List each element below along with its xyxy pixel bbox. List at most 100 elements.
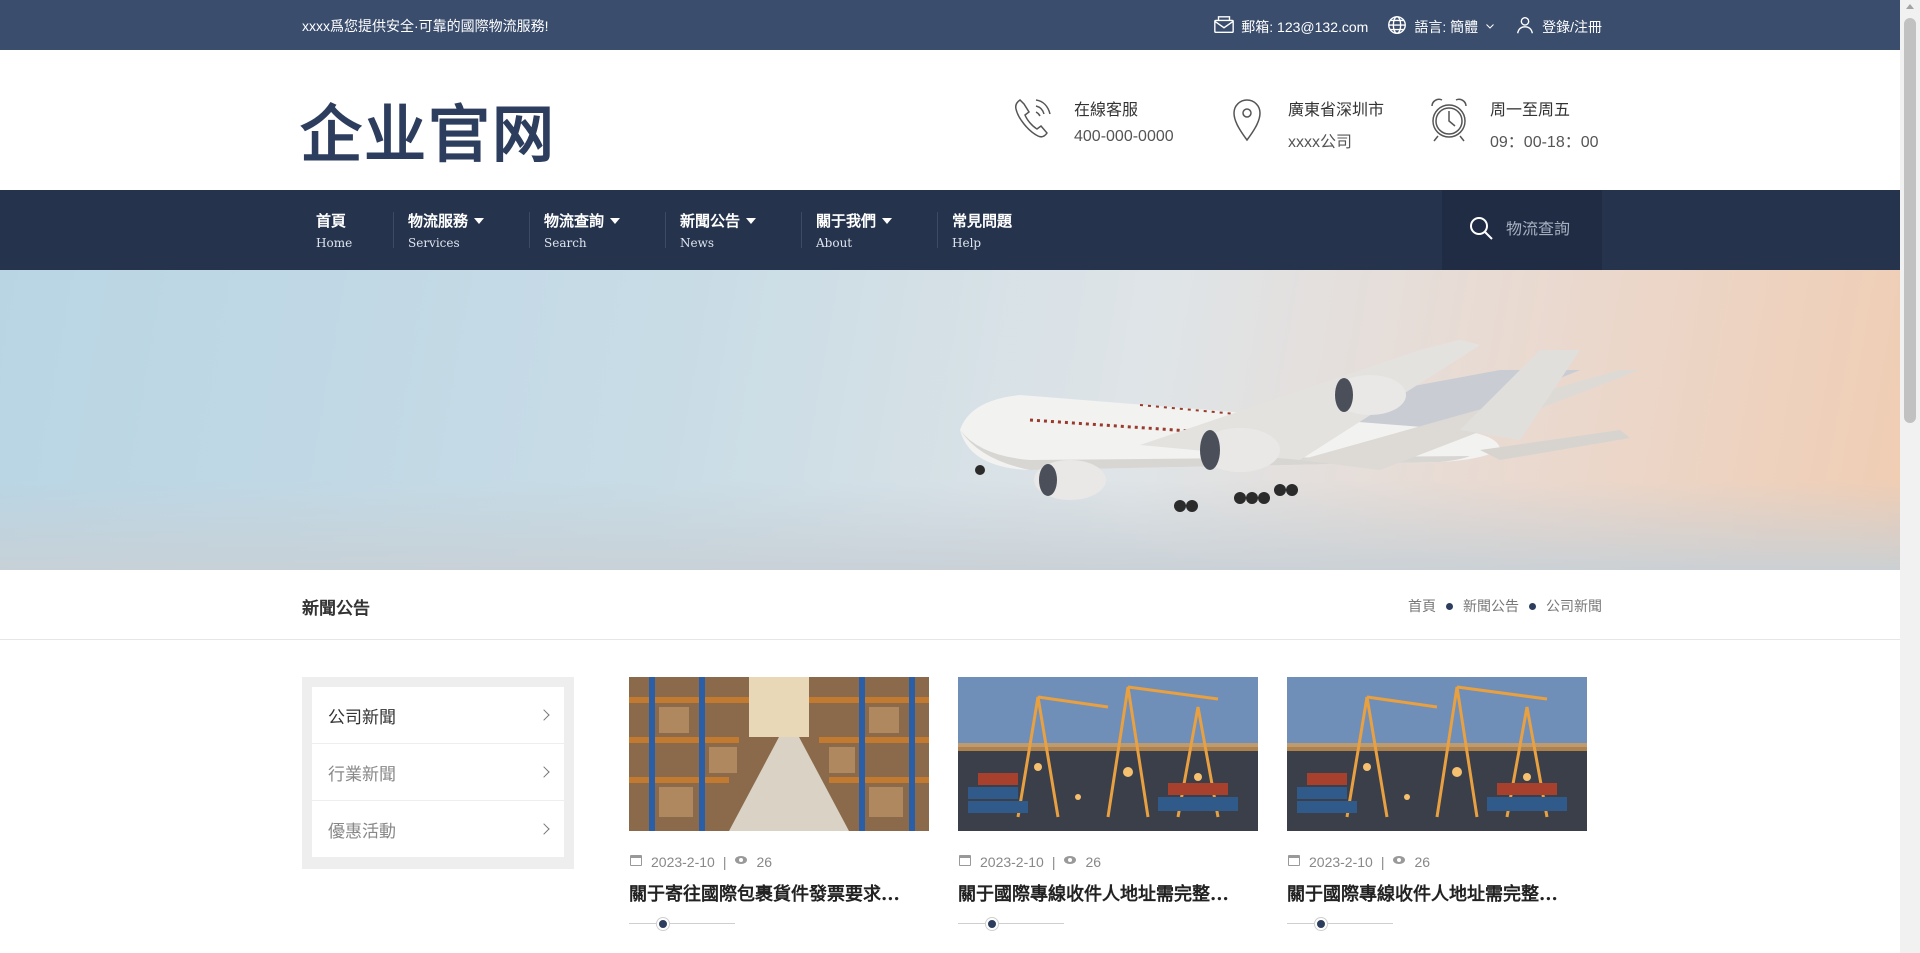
news-excerpt [1287,944,1587,953]
news-views: 26 [1085,853,1102,870]
news-excerpt [958,944,1258,953]
news-image-port-cranes[interactable] [958,677,1258,831]
news-views: 26 [1414,853,1431,870]
language-select[interactable]: 語言: 簡體 [1386,14,1496,39]
news-date: 2023-2-10 [651,853,715,870]
sidebar-item-label: 公司新聞 [328,707,396,728]
login-link[interactable]: 登錄/注冊 [1514,14,1602,39]
news-card[interactable]: 2023-2-10 | 26 關于國際專線收件人地址需完整... [1287,677,1587,953]
news-date: 2023-2-10 [980,853,1044,870]
nav-item-label: 首頁 [316,213,347,230]
nav-item-services[interactable]: 物流服務 Services [394,190,530,270]
nav-item-help[interactable]: 常見問題 Help [938,190,1074,270]
tagline: xxxx爲您提供安全·可靠的國際物流服務! [302,18,549,34]
email-link[interactable]: 郵箱: 123@132.com [1213,14,1368,39]
language-text: 語言: 簡體 [1414,18,1479,35]
nav-item-sublabel: Search [544,236,587,250]
title-underline-decoration [958,918,1068,930]
breadcrumb: 首頁 新聞公告 公司新聞 [1408,596,1602,616]
nav-item-search[interactable]: 物流查詢 Search [530,190,666,270]
breadcrumb-separator [1529,602,1536,610]
page-scrollbar[interactable] [1900,0,1920,953]
sidebar-item-industry-news[interactable]: 行業新聞 [312,744,564,800]
airplane-image [960,340,1640,512]
contact-label: 廣東省深圳市 [1288,102,1385,119]
breadcrumb-separator [1446,602,1453,610]
contact-label: 在線客服 [1074,102,1139,119]
eye-icon [1063,853,1077,870]
breadcrumb-bar: 新聞公告 首頁 新聞公告 公司新聞 [0,570,1900,640]
contact-phone: 在線客服 400-000-0000 [1008,94,1174,149]
site-logo[interactable]: 企业官网 [300,84,556,174]
nav-item-label: 常見問題 [952,213,1013,230]
meta-separator: | [1051,853,1056,870]
nav-item-news[interactable]: 新聞公告 News [666,190,802,270]
site-header: 企业官网 在線客服 400-000-0000 廣東省深圳市 xxxx公司 周一至… [0,50,1900,190]
main-nav: 首頁 Home 物流服務 Services 物流查詢 Search 新聞公告 N… [0,190,1900,270]
meta-separator: | [722,853,727,870]
nav-item-sublabel: About [816,236,853,250]
breadcrumb-current[interactable]: 公司新聞 [1546,596,1602,616]
nav-item-home[interactable]: 首頁 Home [302,190,394,270]
news-image-port-cranes[interactable] [1287,677,1587,831]
nav-item-label: 關于我們 [816,213,877,230]
news-date: 2023-2-10 [1309,853,1373,870]
email-text: 郵箱: 123@132.com [1241,18,1369,35]
globe-icon [1386,14,1408,39]
news-title[interactable]: 關于寄往國際包裹貨件發票要求... [629,880,929,906]
nav-item-about[interactable]: 關于我們 About [802,190,938,270]
caret-down-icon [746,217,757,224]
title-underline-decoration [629,918,739,930]
login-text: 登錄/注冊 [1542,18,1602,35]
news-meta: 2023-2-10 | 26 [629,853,929,870]
category-sidebar: 公司新聞 行業新聞 優惠活動 [302,677,574,869]
contact-value: xxxx公司 [1288,134,1353,151]
calendar-icon [1287,853,1301,870]
news-card[interactable]: 2023-2-10 | 26 關于寄往國際包裹貨件發票要求... [629,677,929,953]
chevron-down-icon [1484,19,1496,35]
breadcrumb-news[interactable]: 新聞公告 [1463,596,1519,616]
location-pin-icon [1222,94,1272,149]
nav-item-label: 新聞公告 [680,213,741,230]
contact-hours: 周一至周五 09：00-18：00 [1424,94,1599,152]
sidebar-item-label: 行業新聞 [328,764,396,785]
nav-item-sublabel: Services [408,236,460,250]
news-meta: 2023-2-10 | 26 [958,853,1258,870]
top-bar: xxxx爲您提供安全·可靠的國際物流服務! 郵箱: 123@132.com 語言… [0,0,1900,50]
mail-icon [1213,14,1235,39]
nav-item-label: 物流查詢 [544,213,605,230]
news-excerpt [629,944,929,953]
nav-item-label: 物流服務 [408,213,469,230]
eye-icon [734,853,748,870]
contact-value: 400-000-0000 [1074,128,1174,145]
hero-banner [0,270,1900,570]
scrollbar-thumb[interactable] [1904,18,1916,423]
search-icon[interactable] [1468,215,1494,246]
news-card[interactable]: 2023-2-10 | 26 關于國際專線收件人地址需完整... [958,677,1258,953]
scroll-up-arrow-icon[interactable] [1906,4,1914,9]
search-input[interactable] [1506,221,1601,239]
calendar-icon [958,853,972,870]
contact-value: 09：00-18：00 [1490,134,1599,151]
news-image-warehouse[interactable] [629,677,929,831]
chevron-right-icon [538,766,550,778]
sidebar-item-promotions[interactable]: 優惠活動 [312,801,564,857]
caret-down-icon [610,217,621,224]
caret-down-icon [882,217,893,224]
title-underline-decoration [1287,918,1397,930]
alarm-clock-icon [1424,94,1474,149]
sidebar-item-company-news[interactable]: 公司新聞 [312,687,564,743]
contact-label: 周一至周五 [1490,102,1571,119]
user-icon [1514,14,1536,39]
phone-icon [1008,94,1058,149]
nav-item-sublabel: Home [316,236,353,250]
chevron-right-icon [538,709,550,721]
news-meta: 2023-2-10 | 26 [1287,853,1587,870]
nav-item-sublabel: News [680,236,715,250]
breadcrumb-home[interactable]: 首頁 [1408,596,1436,616]
news-title[interactable]: 關于國際專線收件人地址需完整... [958,880,1258,906]
page-title: 新聞公告 [302,599,370,619]
contact-address: 廣東省深圳市 xxxx公司 [1222,94,1384,152]
news-title[interactable]: 關于國際專線收件人地址需完整... [1287,880,1587,906]
top-bar-links: 郵箱: 123@132.com 語言: 簡體 登錄/注冊 [1213,14,1602,39]
